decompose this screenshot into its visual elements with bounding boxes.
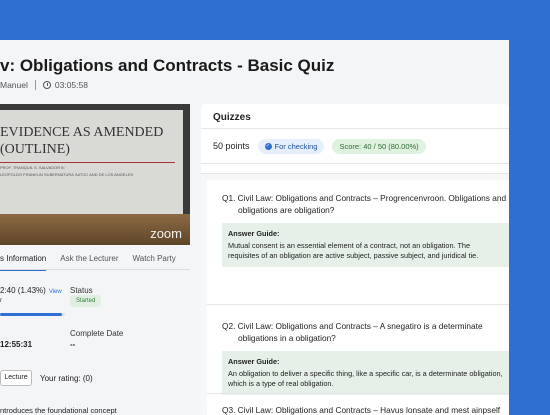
question-text: Q2. Civil Law: Obligations and Contracts…	[222, 321, 483, 343]
question-divider	[207, 304, 509, 305]
complete-date-label: Complete Date	[70, 329, 124, 338]
lecture-slide: EVIDENCE AS AMENDED (OUTLINE) PROF. TRAN…	[0, 110, 183, 217]
progress-value: 2:40 (1.43%)	[0, 286, 46, 295]
slide-subtitle-2: LEOPOLDO FRANKLIN SUBERNATURA SATOC AND …	[0, 172, 134, 177]
checking-badge-label: For checking	[274, 141, 318, 151]
question-list-area[interactable]: Q1. Civil Law: Obligations and Contracts…	[201, 173, 509, 415]
quiz-summary: 50 points ✓ For checking Score: 40 / 50 …	[201, 129, 509, 164]
checking-badge: ✓ For checking	[257, 138, 325, 154]
answer-guide-label: Answer Guide:	[228, 229, 280, 238]
progress-text: 2:40 (1.43%) View	[0, 286, 62, 295]
slide-divider	[0, 162, 175, 163]
meta-divider	[34, 80, 36, 90]
question-item: Q1. Civil Law: Obligations and Contracts…	[222, 192, 509, 267]
slide-title-line1: EVIDENCE AS AMENDED	[0, 125, 164, 140]
score-badge: Score: 40 / 50 (80.00%)	[332, 138, 426, 154]
quizzes-header: Quizzes	[201, 104, 509, 129]
answer-guide: Answer Guide: An obligation to deliver a…	[222, 351, 509, 395]
question-item: Q2. Civil Law: Obligations and Contracts…	[222, 320, 509, 395]
answer-guide: Answer Guide: Mutual consent is an essen…	[222, 223, 509, 267]
answer-guide-label: Answer Guide:	[228, 357, 280, 366]
page-title: v: Obligations and Contracts - Basic Qui…	[0, 56, 335, 75]
clock-icon	[42, 81, 51, 89]
question-text: Q3. Civil Law: Obligations and Contracts…	[222, 405, 501, 415]
question-list: Q1. Civil Law: Obligations and Contracts…	[207, 180, 509, 415]
answer-guide-text: Mutual consent is an essential element o…	[228, 241, 479, 260]
quizzes-panel: Quizzes 50 points ✓ For checking Score: …	[201, 104, 509, 415]
slide-subtitle: PROF. TRANQUIL S. SALVADOR III	[0, 165, 65, 170]
complete-date-value: --	[70, 340, 76, 349]
time-value: 12:55:31	[0, 340, 33, 349]
intro-text: ntroduces the foundational concept	[0, 406, 117, 415]
progress-bar-fill	[0, 313, 62, 316]
tab-divider	[0, 269, 190, 270]
duration: 03:05:58	[54, 80, 88, 90]
slide-title-line2: (OUTLINE)	[0, 142, 70, 157]
question-text: Q1. Civil Law: Obligations and Contracts…	[222, 193, 507, 215]
answer-guide-text: An obligation to deliver a specific thin…	[228, 369, 503, 388]
label-fragment: r	[0, 298, 2, 304]
status-label: Status	[70, 286, 93, 295]
question-item: Q3. Civil Law: Obligations and Contracts…	[222, 404, 509, 415]
instructor-name: Manuel	[0, 80, 28, 90]
lecture-button[interactable]: Lecture	[0, 370, 32, 386]
status-badge: Started	[70, 295, 102, 307]
view-link[interactable]: View	[49, 289, 62, 295]
question-divider	[207, 393, 509, 394]
progress-bar	[0, 313, 65, 316]
zoom-watermark: zoom	[150, 226, 182, 241]
check-icon: ✓	[264, 142, 272, 150]
course-page: v: Obligations and Contracts - Basic Qui…	[0, 40, 509, 415]
page-meta: Manuel 03:05:58	[0, 80, 88, 90]
rating-text: Your rating: (0)	[40, 374, 93, 383]
video-player[interactable]: EVIDENCE AS AMENDED (OUTLINE) PROF. TRAN…	[0, 104, 190, 245]
points-total: 50 points	[213, 141, 250, 151]
